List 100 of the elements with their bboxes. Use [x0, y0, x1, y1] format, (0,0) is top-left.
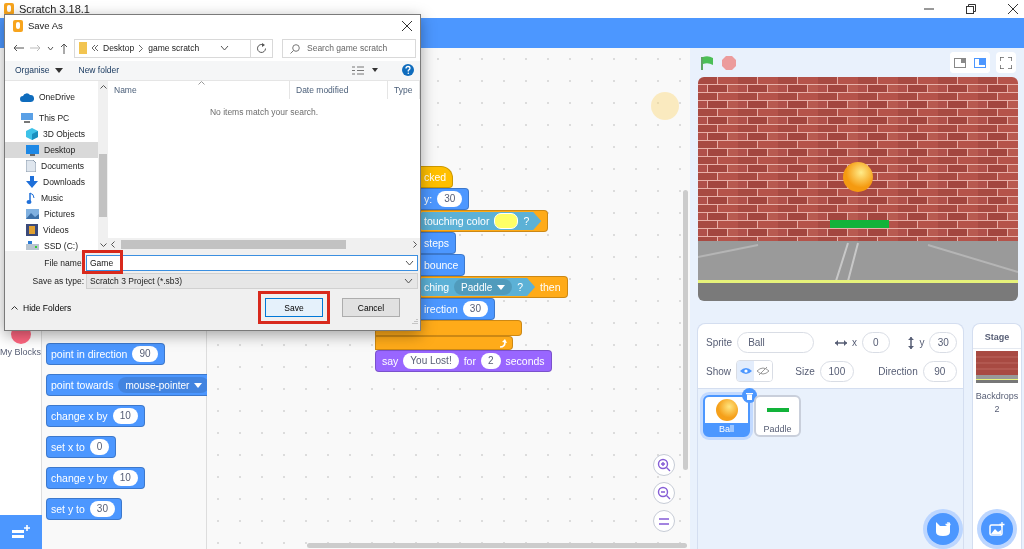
code-block[interactable]: change x by 10: [46, 405, 145, 427]
code-block[interactable]: say You Lost! for 2 seconds: [375, 350, 552, 372]
empty-message: No items match your search.: [208, 107, 320, 117]
back-icon[interactable]: [13, 44, 24, 53]
sprite-label: Sprite: [706, 337, 733, 348]
recent-locations-icon[interactable]: [47, 45, 54, 51]
address-bar[interactable]: Desktop game scratch: [74, 38, 273, 58]
zoom-out-button[interactable]: [653, 482, 675, 504]
save-type-dropdown[interactable]: Scratch 3 Project (*.sb3): [86, 273, 418, 289]
help-icon[interactable]: [402, 64, 414, 77]
nav-item[interactable]: Downloads: [5, 174, 98, 190]
nav-item[interactable]: Pictures: [5, 206, 98, 222]
number-input[interactable]: 10: [112, 408, 138, 424]
code-block[interactable]: set y to 30: [46, 498, 122, 520]
number-input[interactable]: 30: [437, 191, 463, 207]
block-label: change y by: [51, 472, 108, 484]
sort-icon: [198, 81, 205, 85]
add-backdrop-button[interactable]: [981, 513, 1013, 545]
up-icon[interactable]: [60, 42, 68, 54]
nav-item[interactable]: 3D Objects: [5, 126, 98, 142]
nav-item[interactable]: SSD (C:): [5, 238, 98, 251]
number-input[interactable]: 30: [462, 301, 488, 317]
code-block[interactable]: set x to 0: [46, 436, 117, 458]
normal-stage-icon: [974, 57, 986, 68]
number-input[interactable]: 10: [112, 470, 138, 486]
number-input[interactable]: 90: [132, 346, 158, 362]
toolbar-button[interactable]: New folder: [78, 65, 120, 76]
toolbar-button[interactable]: Organise: [15, 65, 63, 76]
block-label: touching color: [424, 215, 490, 227]
nav-item[interactable]: Documents: [5, 158, 98, 174]
block-label: cked: [424, 171, 447, 183]
nav-item[interactable]: This PC: [5, 110, 98, 126]
stage-drawing[interactable]: [698, 77, 1018, 301]
chevron-down-icon: [405, 260, 414, 266]
dialog-button[interactable]: Save: [265, 298, 323, 317]
add-sprite-button[interactable]: [927, 513, 959, 545]
show-button[interactable]: [737, 361, 755, 381]
cloud-icon: [20, 92, 34, 102]
file-name-field[interactable]: Game: [86, 255, 418, 271]
column-header[interactable]: Name: [108, 81, 290, 99]
caret-icon[interactable]: [372, 68, 378, 73]
column-header[interactable]: Date modified: [290, 81, 388, 99]
column-header[interactable]: Type: [388, 81, 420, 99]
reset-zoom-button[interactable]: [653, 510, 675, 532]
dropdown-menu[interactable]: mouse-pointer: [118, 377, 210, 393]
fullscreen-icon: [1000, 56, 1012, 69]
block-label: then: [540, 281, 561, 293]
scrollbar[interactable]: [108, 238, 420, 251]
view-options-icon[interactable]: [352, 65, 364, 75]
chevron-up-icon: [11, 305, 18, 310]
nav-item[interactable]: Music: [5, 190, 98, 206]
scroll-left-icon: [111, 241, 115, 248]
loop-arrow-icon: [498, 338, 507, 348]
close-icon[interactable]: [1008, 4, 1018, 14]
nav-item[interactable]: OneDrive: [5, 89, 98, 105]
fullscreen-button[interactable]: [996, 52, 1016, 73]
paddle-icon: [766, 408, 789, 412]
chevron-right-icon: [139, 44, 144, 52]
scrollbar[interactable]: [98, 81, 108, 251]
restore-icon[interactable]: [966, 4, 976, 14]
text-input[interactable]: You Lost!: [403, 353, 459, 369]
number-input[interactable]: 2: [480, 353, 501, 369]
scrollbar[interactable]: [683, 190, 688, 470]
color-swatch[interactable]: [494, 213, 519, 229]
add-extension-button[interactable]: [0, 515, 42, 549]
breadcrumb[interactable]: game scratch: [148, 43, 200, 54]
eye-slash-icon: [757, 366, 769, 376]
number-input[interactable]: 0: [89, 439, 110, 455]
forward-icon[interactable]: [30, 44, 41, 53]
flag-icon[interactable]: [701, 55, 714, 70]
close-icon[interactable]: [402, 20, 412, 31]
backdrops-label: Backdrops: [975, 391, 1019, 401]
music-note-icon: [26, 192, 36, 204]
scrollbar[interactable]: [307, 543, 687, 548]
save-type-label: Save as type:: [31, 276, 85, 286]
zoom-in-button[interactable]: [653, 454, 675, 476]
search-field[interactable]: Search game scratch: [282, 38, 416, 58]
backdrop-thumbnail[interactable]: [976, 351, 1018, 383]
breadcrumb[interactable]: Desktop: [103, 43, 135, 54]
caret-icon: [54, 67, 63, 73]
code-block[interactable]: point in direction 90: [46, 343, 165, 365]
nav-item[interactable]: Videos: [5, 222, 98, 238]
cat-icon: [935, 522, 951, 536]
dialog-button[interactable]: Cancel: [342, 298, 400, 317]
category-label[interactable]: My Blocks: [0, 347, 41, 357]
stage-title: Stage: [973, 324, 1021, 349]
app-title: Scratch 3.18.1: [19, 3, 90, 15]
code-block[interactable]: change y by 10: [46, 467, 145, 489]
sprite-tile[interactable]: Paddle: [754, 395, 801, 437]
number-input[interactable]: 30: [89, 501, 115, 517]
hide-folders-button[interactable]: Hide Folders: [11, 302, 72, 313]
overflow-icon: [92, 45, 98, 52]
hide-button[interactable]: [754, 361, 772, 381]
block-label: point towards: [51, 379, 114, 391]
trash-icon: [746, 391, 753, 400]
download-icon: [26, 176, 38, 188]
stop-icon[interactable]: [722, 55, 736, 70]
nav-item[interactable]: Desktop: [5, 142, 98, 158]
x-label: x: [852, 337, 857, 348]
sprite-name: Ball: [705, 423, 748, 435]
